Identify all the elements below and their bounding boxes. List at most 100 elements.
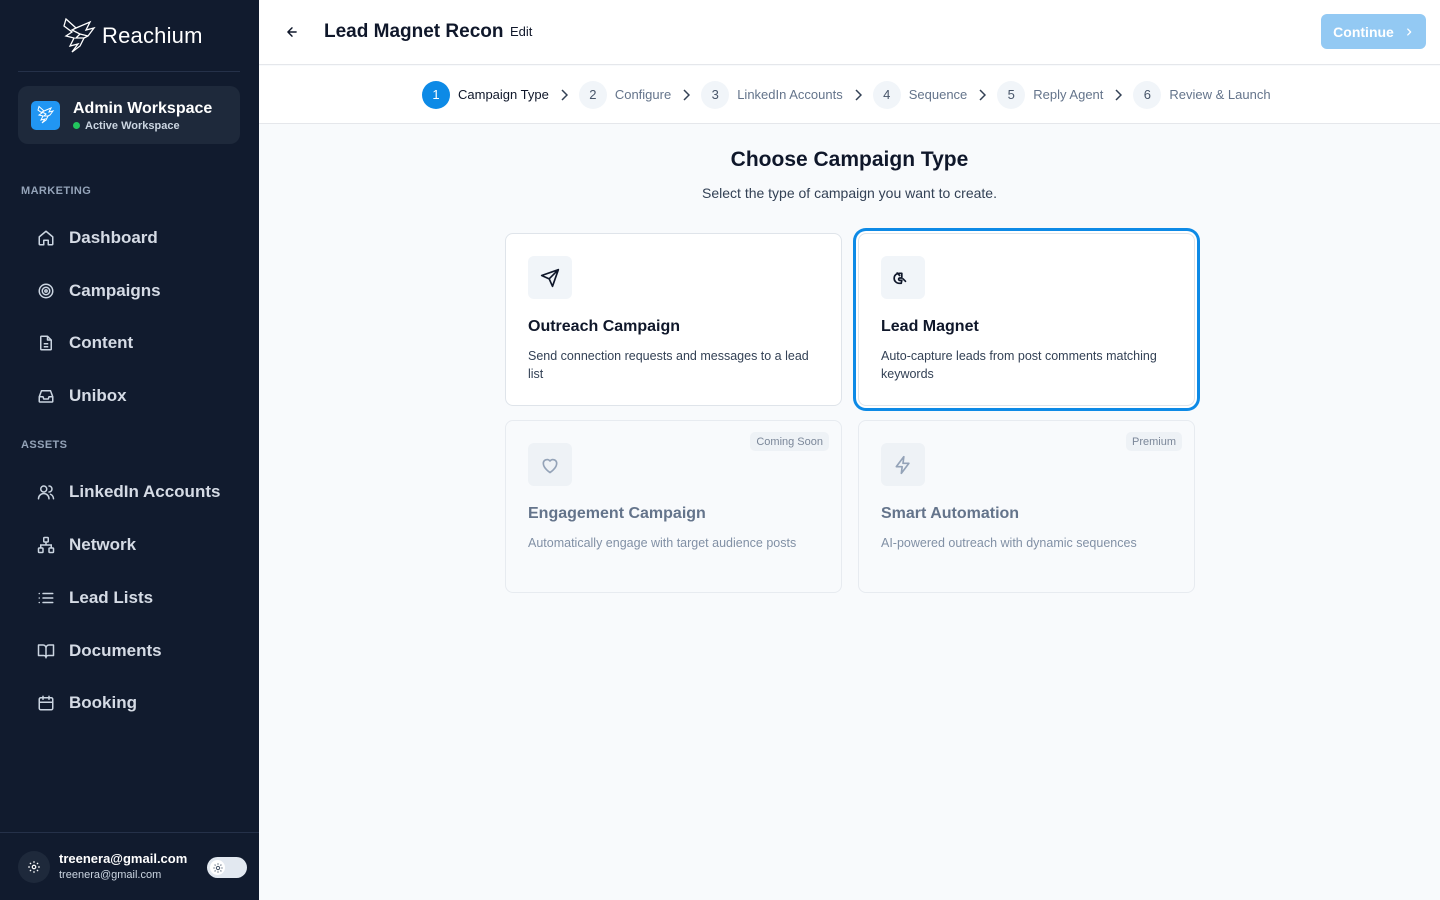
gear-icon	[28, 861, 40, 873]
sidebar-item-label: Lead Lists	[69, 588, 154, 607]
card-lead-magnet[interactable]: Lead Magnet Auto-capture leads from post…	[858, 233, 1195, 406]
step-review-launch[interactable]: 6 Review & Launch	[1133, 80, 1271, 109]
sidebar-item-campaigns[interactable]: Campaigns	[37, 278, 161, 304]
sidebar-item-label: Content	[69, 333, 134, 352]
card-description: AI-powered outreach with dynamic sequenc…	[881, 536, 1137, 550]
step-label: Campaign Type	[458, 87, 549, 102]
sidebar-item-documents[interactable]: Documents	[37, 638, 162, 664]
campaign-type-panel: Choose Campaign Type Select the type of …	[259, 124, 1440, 597]
sidebar-item-linkedin-accounts[interactable]: LinkedIn Accounts	[37, 479, 220, 505]
step-sequence[interactable]: 4 Sequence	[872, 80, 968, 109]
card-title: Outreach Campaign	[528, 318, 681, 335]
card-engagement-campaign[interactable]: Coming Soon Engagement Campaign Automati…	[505, 420, 842, 593]
sidebar-item-label: Campaigns	[69, 281, 161, 300]
section-subtitle: Select the type of campaign you want to …	[702, 185, 997, 201]
chevron-right-icon	[855, 88, 862, 101]
brand-logo[interactable]: Reachium	[62, 16, 203, 56]
step-number: 4	[872, 80, 901, 109]
step-label: Sequence	[908, 87, 968, 102]
toggle-knob	[210, 860, 225, 875]
theme-toggle[interactable]	[207, 857, 247, 878]
network-icon	[37, 536, 55, 554]
step-label: Review & Launch	[1169, 87, 1271, 102]
target-icon	[38, 283, 54, 299]
sidebar-item-booking[interactable]: Booking	[37, 690, 137, 716]
edit-title-button[interactable]: Edit	[510, 24, 532, 39]
card-description: Automatically engage with target audienc…	[528, 536, 797, 550]
workspace-status-label: Active Workspace	[85, 119, 180, 132]
sidebar-item-label: Documents	[69, 641, 162, 660]
step-label: LinkedIn Accounts	[737, 87, 843, 102]
document-icon	[40, 335, 52, 351]
sidebar-item-content[interactable]: Content	[37, 330, 133, 356]
step-number: 1	[422, 80, 450, 109]
sidebar-item-network[interactable]: Network	[37, 532, 136, 558]
section-title: Choose Campaign Type	[730, 148, 969, 171]
step-label: Configure	[614, 87, 672, 102]
card-icon-box	[528, 256, 572, 299]
card-icon-box	[881, 256, 925, 299]
step-label: Reply Agent	[1033, 87, 1104, 102]
step-number: 6	[1133, 80, 1162, 109]
continue-button[interactable]: Continue	[1321, 14, 1426, 49]
user-name: treenera@gmail.com	[59, 851, 188, 866]
users-icon	[37, 485, 55, 500]
step-configure[interactable]: 2 Configure	[578, 80, 672, 109]
stepper: 1 Campaign Type 2 Configure 3 LinkedIn A…	[259, 66, 1440, 124]
divider	[18, 71, 240, 72]
back-button[interactable]	[283, 22, 301, 42]
sidebar-item-label: LinkedIn Accounts	[69, 482, 221, 501]
lightning-icon	[895, 455, 910, 474]
sidebar-item-lead-lists[interactable]: Lead Lists	[37, 585, 153, 611]
coming-soon-badge: Coming Soon	[750, 432, 829, 451]
step-linkedin-accounts[interactable]: 3 LinkedIn Accounts	[701, 80, 843, 109]
chevron-right-icon	[1406, 27, 1412, 36]
page-header: Lead Magnet Recon Edit Continue	[259, 0, 1440, 65]
chevron-right-icon	[979, 88, 987, 101]
card-title: Smart Automation	[881, 505, 1020, 522]
card-description: Auto-capture leads from post comments ma…	[881, 349, 1157, 381]
sidebar-item-label: Unibox	[69, 386, 127, 405]
sidebar-item-label: Booking	[69, 693, 137, 712]
workspace-logo-icon	[31, 100, 60, 130]
sidebar-item-label: Dashboard	[69, 228, 158, 247]
send-icon	[540, 268, 560, 287]
card-icon-box	[528, 443, 572, 486]
page-title: Lead Magnet Recon	[324, 21, 504, 42]
brand-name: Reachium	[102, 23, 203, 48]
step-campaign-type[interactable]: 1 Campaign Type	[422, 80, 549, 109]
step-reply-agent[interactable]: 5 Reply Agent	[997, 80, 1104, 109]
workspace-status: Active Workspace	[73, 120, 212, 132]
sidebar-item-unibox[interactable]: Unibox	[37, 383, 127, 409]
calendar-icon	[38, 695, 54, 711]
list-icon	[38, 592, 54, 604]
card-outreach-campaign[interactable]: Outreach Campaign Send connection reques…	[505, 233, 842, 406]
heart-icon	[542, 458, 558, 473]
sidebar-item-label: Network	[69, 535, 137, 554]
card-title: Engagement Campaign	[528, 505, 706, 522]
status-dot-icon	[73, 122, 80, 129]
card-smart-automation[interactable]: Premium Smart Automation AI-powered outr…	[858, 420, 1195, 593]
continue-label: Continue	[1333, 23, 1394, 40]
premium-badge: Premium	[1125, 432, 1182, 451]
workspace-name: Admin Workspace	[73, 99, 213, 117]
user-email: treenera@gmail.com	[59, 869, 162, 881]
chevron-right-icon	[1115, 88, 1123, 101]
sun-icon	[212, 862, 223, 873]
section-label-assets: ASSETS	[21, 439, 68, 451]
sidebar: Reachium Admin Workspace Active Workspac…	[0, 0, 259, 900]
workspace-switcher[interactable]: Admin Workspace Active Workspace	[18, 86, 240, 144]
chevron-right-icon	[561, 88, 568, 101]
step-number: 5	[997, 80, 1026, 109]
settings-button[interactable]	[18, 851, 50, 883]
chevron-right-icon	[683, 88, 691, 101]
magnet-icon	[893, 271, 907, 284]
step-number: 3	[701, 80, 730, 109]
bird-logo-icon	[63, 17, 96, 53]
section-label-marketing: MARKETING	[21, 185, 92, 197]
sidebar-item-dashboard[interactable]: Dashboard	[37, 225, 158, 251]
card-icon-box	[881, 443, 925, 486]
step-number: 2	[578, 80, 607, 109]
card-description: Send connection requests and messages to…	[528, 349, 809, 381]
inbox-icon	[38, 390, 54, 403]
